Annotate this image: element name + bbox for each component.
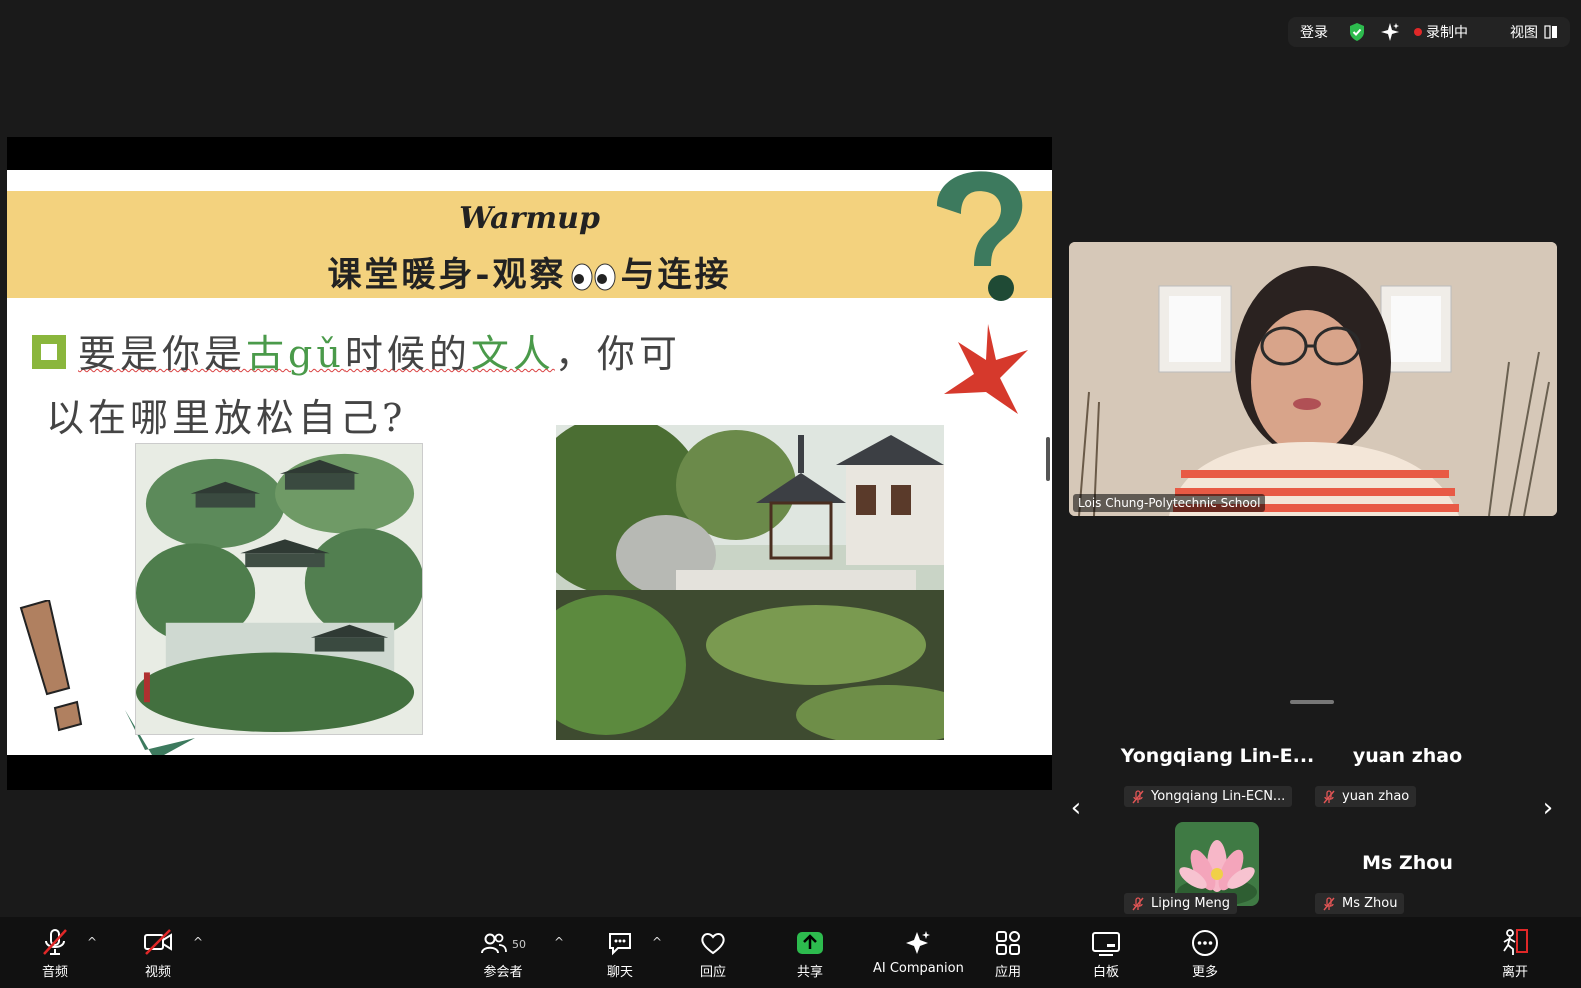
speaker-name-tag: Lois Chung-Polytechnic School bbox=[1073, 494, 1266, 512]
more-dots-icon bbox=[1192, 930, 1218, 956]
participants-icon bbox=[481, 933, 507, 954]
video-options-caret-icon[interactable]: ^ bbox=[193, 935, 203, 949]
chat-label: 聊天 bbox=[606, 965, 633, 980]
video-button[interactable]: 视频 bbox=[142, 925, 174, 980]
shared-screen[interactable]: Warmup 课堂暖身-观察 与连接 要是你是古gǔ时候的文人，你可 以在哪里放… bbox=[7, 137, 1052, 790]
recording-label: 录制中 bbox=[1426, 25, 1468, 41]
mic-muted-icon bbox=[1132, 789, 1144, 803]
leave-door-icon bbox=[1503, 929, 1528, 955]
speaker-video[interactable]: Lois Chung-Polytechnic School bbox=[1069, 242, 1557, 516]
garden-painting-image bbox=[135, 443, 423, 735]
participant-tag-label-1: Yongqiang Lin-ECN... bbox=[1151, 789, 1286, 804]
participant-tag-2: yuan zhao bbox=[1315, 786, 1417, 807]
whiteboard-button[interactable]: 白板 bbox=[1091, 925, 1121, 980]
green-square-bullet-icon bbox=[32, 335, 66, 369]
apps-label: 应用 bbox=[994, 965, 1021, 980]
question-text-1: 要是你是 bbox=[78, 332, 247, 376]
panel-resize-handle[interactable] bbox=[1046, 437, 1050, 481]
meeting-toolbar: 音频 ^ 视频 ^ 50 参会者 ^ 聊天 ^ 回应 共享 AI Compani… bbox=[0, 917, 1581, 988]
question-mark-decoration bbox=[937, 171, 1023, 301]
login-link[interactable]: 登录 bbox=[1300, 22, 1328, 42]
audio-label: 音频 bbox=[41, 965, 68, 980]
share-label: 共享 bbox=[796, 965, 823, 980]
slide-title-chinese: 课堂暖身-观察 与连接 bbox=[7, 247, 1052, 296]
slide-title-english: Warmup bbox=[459, 201, 600, 236]
question-text-ancient: 古gǔ bbox=[246, 332, 345, 376]
eyes-icon bbox=[571, 263, 616, 291]
speaker-video-frame bbox=[1069, 242, 1557, 516]
whiteboard-icon bbox=[1092, 932, 1120, 956]
participants-button[interactable]: 50 参会者 bbox=[480, 925, 526, 980]
more-label: 更多 bbox=[1191, 965, 1218, 980]
leave-meeting-button[interactable]: 离开 bbox=[1500, 925, 1530, 980]
slide-title-banner: Warmup 课堂暖身-观察 与连接 bbox=[7, 191, 1052, 298]
security-shield-icon[interactable] bbox=[1348, 22, 1366, 42]
question-text-4: 以在哪里放松自己? bbox=[46, 396, 407, 440]
question-text-scholar: 文人 bbox=[470, 332, 555, 376]
view-label: 视图 bbox=[1510, 25, 1538, 41]
participants-count: 50 bbox=[512, 938, 526, 951]
presentation-slide: Warmup 课堂暖身-观察 与连接 要是你是古gǔ时候的文人，你可 以在哪里放… bbox=[7, 170, 1052, 755]
gallery-next-arrow-icon[interactable]: › bbox=[1538, 793, 1558, 823]
leave-label: 离开 bbox=[1501, 965, 1528, 980]
mic-muted-icon bbox=[1132, 896, 1144, 910]
apps-icon bbox=[996, 931, 1020, 955]
mic-off-icon bbox=[43, 929, 67, 955]
share-screen-button[interactable]: 共享 bbox=[796, 925, 824, 980]
more-button[interactable]: 更多 bbox=[1191, 925, 1219, 980]
react-label: 回应 bbox=[699, 965, 726, 980]
view-button[interactable]: 视图 bbox=[1510, 22, 1558, 42]
recording-dot-icon bbox=[1414, 28, 1422, 36]
chat-button[interactable]: 聊天 bbox=[606, 925, 634, 980]
mic-muted-icon bbox=[1323, 789, 1335, 803]
participant-tag-3: Liping Meng bbox=[1124, 893, 1238, 914]
slide-title-part-1: 课堂暖身-观察 bbox=[327, 255, 567, 295]
participant-tag-label-4: Ms Zhou bbox=[1342, 896, 1398, 911]
participant-tag-4: Ms Zhou bbox=[1315, 893, 1405, 914]
audio-button[interactable]: 音频 bbox=[40, 925, 70, 980]
participant-tag-label-3: Liping Meng bbox=[1151, 896, 1231, 911]
chinese-garden-photo bbox=[556, 425, 944, 740]
ai-sparkle-icon[interactable] bbox=[1380, 22, 1400, 42]
chat-bubble-icon bbox=[609, 933, 631, 956]
chat-options-caret-icon[interactable]: ^ bbox=[652, 935, 662, 949]
whiteboard-label: 白板 bbox=[1092, 965, 1119, 980]
react-button[interactable]: 回应 bbox=[699, 925, 727, 980]
camera-off-icon bbox=[144, 929, 172, 955]
recording-indicator[interactable]: 录制中 bbox=[1414, 22, 1468, 42]
ai-companion-button[interactable]: AI Companion bbox=[873, 925, 964, 976]
ai-companion-label: AI Companion bbox=[873, 961, 964, 976]
slide-title-part-2: 与连接 bbox=[620, 255, 732, 295]
view-layout-icon bbox=[1544, 25, 1557, 39]
question-text-3: ，你可 bbox=[554, 332, 681, 376]
share-arrow-icon bbox=[797, 932, 823, 954]
participant-tile-name-2[interactable]: yuan zhao bbox=[1310, 745, 1505, 767]
participant-tag-1: Yongqiang Lin-ECN... bbox=[1124, 786, 1293, 807]
heart-icon bbox=[701, 933, 725, 955]
audio-options-caret-icon[interactable]: ^ bbox=[87, 935, 97, 949]
video-label: 视频 bbox=[144, 965, 171, 980]
apps-button[interactable]: 应用 bbox=[994, 925, 1022, 980]
gallery-grabber-handle[interactable] bbox=[1290, 700, 1334, 704]
ai-companion-sparkle-icon bbox=[906, 931, 931, 954]
participants-label: 参会者 bbox=[483, 965, 523, 980]
participant-tile-name-4[interactable]: Ms Zhou bbox=[1310, 852, 1505, 874]
meeting-status-bar: 登录 录制中 视图 bbox=[1288, 17, 1570, 47]
participant-tile-name-1[interactable]: Yongqiang Lin-E... bbox=[1120, 745, 1315, 767]
mic-muted-icon bbox=[1323, 896, 1335, 910]
red-star-decoration bbox=[944, 324, 1028, 414]
exclamation-decoration bbox=[19, 600, 83, 732]
participants-options-caret-icon[interactable]: ^ bbox=[554, 935, 564, 949]
participant-tag-label-2: yuan zhao bbox=[1342, 789, 1410, 804]
question-text-2: 时候的 bbox=[344, 332, 471, 376]
gallery-prev-arrow-icon[interactable]: ‹ bbox=[1066, 793, 1086, 823]
